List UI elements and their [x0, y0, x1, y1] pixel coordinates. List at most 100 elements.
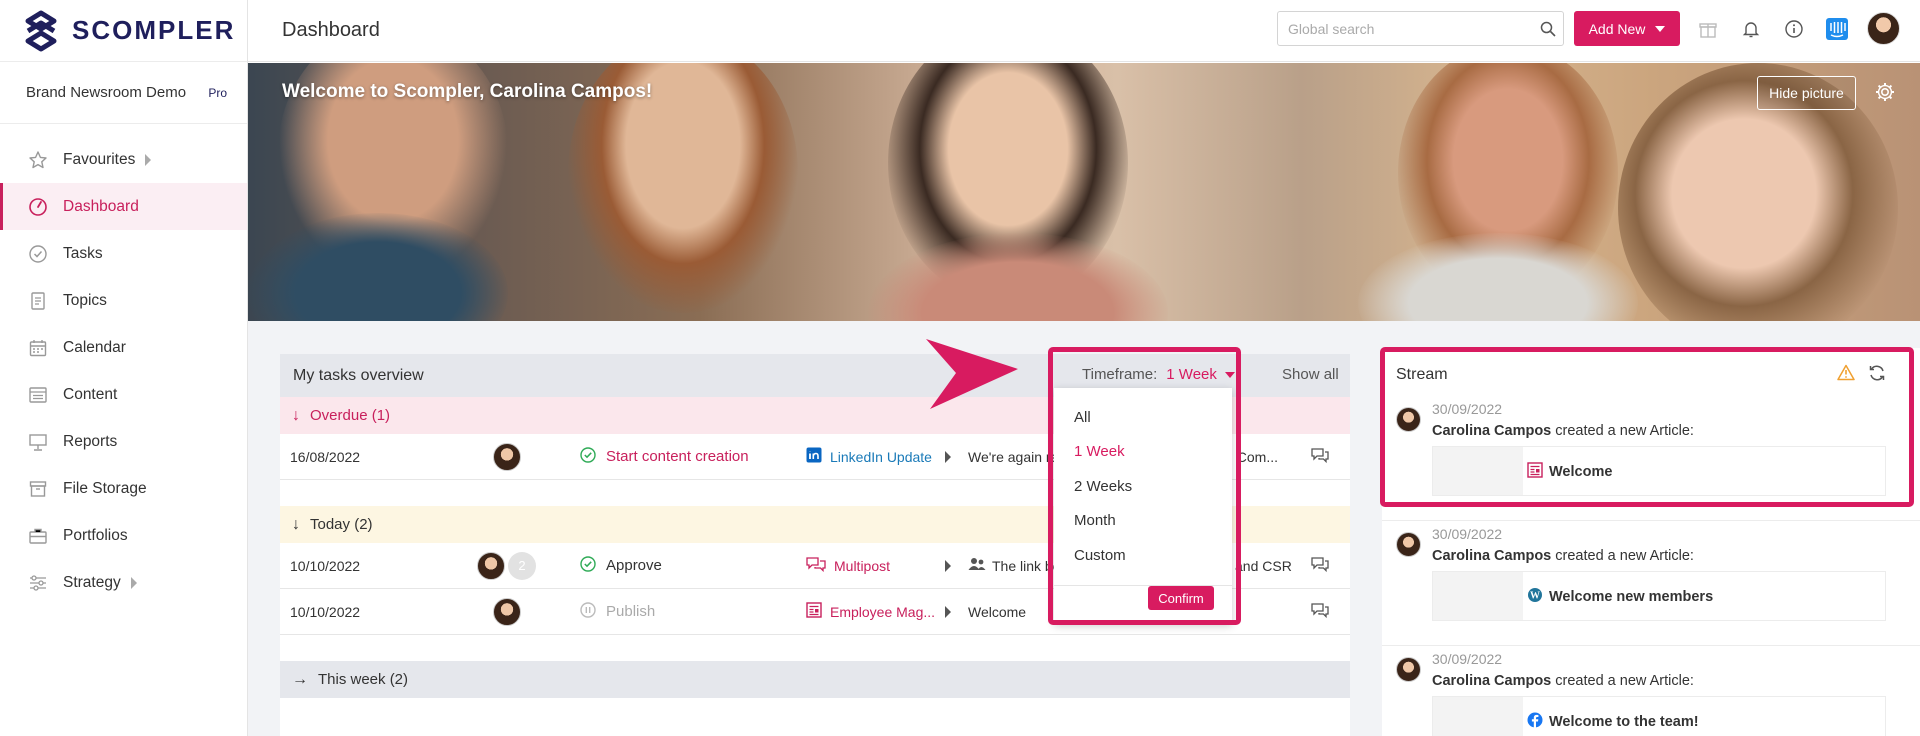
task-label: Start content creation — [606, 448, 749, 465]
article-title[interactable]: Welcome to the team! — [1527, 712, 1699, 732]
channel[interactable]: Employee Mag... — [806, 602, 935, 621]
sidebar-item-label: File Storage — [63, 479, 147, 497]
arrow-down-icon: ↓ — [292, 515, 300, 533]
entry-date: 30/09/2022 — [1432, 526, 1503, 542]
entry-text: Carolina Campos created a new Article: — [1432, 548, 1694, 564]
channel[interactable]: Multipost — [806, 556, 890, 575]
pause-circle-icon[interactable] — [579, 601, 597, 623]
check-circle-icon — [27, 243, 49, 265]
sidebar-item-content[interactable]: Content — [0, 371, 247, 418]
check-circle-icon[interactable] — [579, 446, 597, 468]
assignee-avatar[interactable] — [493, 597, 521, 626]
topic-title[interactable]: We're again re — [968, 449, 1058, 465]
sidebar-item-label: Topics — [63, 291, 107, 309]
highlight-box-timeframe — [1048, 347, 1241, 625]
show-all-link[interactable]: Show all — [1282, 366, 1339, 383]
tasks-title: My tasks overview — [293, 366, 424, 384]
avatar[interactable] — [1396, 532, 1421, 557]
workspace-name: Brand Newsroom Demo — [26, 84, 187, 101]
facebook-icon — [1527, 712, 1543, 732]
sidebar-item-portfolios[interactable]: Portfolios — [0, 512, 247, 559]
highlight-box-stream — [1380, 347, 1914, 507]
intercom-icon[interactable] — [1823, 15, 1851, 43]
search-icon[interactable] — [1533, 21, 1563, 37]
multipost-icon — [806, 556, 826, 575]
check-circle-icon[interactable] — [579, 555, 597, 577]
logo[interactable]: SCOMPLER — [0, 0, 247, 62]
article-card[interactable]: W Welcome new members — [1432, 571, 1886, 621]
avatar[interactable] — [1396, 657, 1421, 682]
content-icon — [27, 384, 49, 406]
scompler-logo-icon — [25, 10, 57, 51]
task-name[interactable]: Publish — [579, 601, 655, 623]
task-name[interactable]: Start content creation — [579, 446, 749, 468]
welcome-message: Welcome to Scompler, Carolina Campos! — [282, 81, 653, 102]
divider — [1382, 645, 1920, 646]
user-avatar[interactable] — [1867, 12, 1900, 45]
briefcase-icon — [27, 525, 49, 547]
arrow-down-icon: ↓ — [292, 406, 300, 424]
play-icon — [945, 559, 951, 572]
calendar-icon — [27, 337, 49, 359]
sidebar-item-topics[interactable]: Topics — [0, 277, 247, 324]
comment-icon[interactable] — [1310, 555, 1330, 576]
article-title[interactable]: W Welcome new members — [1527, 587, 1713, 607]
task-date: 16/08/2022 — [290, 448, 361, 465]
sidebar-item-label: Portfolios — [63, 526, 128, 544]
star-icon — [27, 149, 49, 171]
workspace-switcher[interactable]: Brand Newsroom Demo Pro — [0, 62, 247, 124]
dashboard-icon — [27, 196, 49, 218]
page-title: Dashboard — [282, 19, 380, 41]
entry-user[interactable]: Carolina Campos — [1432, 548, 1551, 564]
sidebar-item-favourites[interactable]: Favourites — [0, 136, 247, 183]
archive-icon — [27, 478, 49, 500]
sliders-icon — [27, 572, 49, 594]
topic-title[interactable]: Welcome — [968, 604, 1026, 620]
article-title-text: Welcome to the team! — [1549, 714, 1699, 730]
sidebar-item-label: Favourites — [63, 150, 136, 168]
sidebar-item-reports[interactable]: Reports — [0, 418, 247, 465]
chevron-down-icon — [1655, 25, 1666, 32]
sidebar-item-calendar[interactable]: Calendar — [0, 324, 247, 371]
group-label: Overdue (1) — [310, 407, 391, 424]
gear-icon[interactable] — [1874, 81, 1898, 105]
entry-action: created a new Article: — [1555, 548, 1694, 564]
sidebar-item-label: Strategy — [63, 573, 121, 591]
task-label: Approve — [606, 557, 662, 574]
add-new-button[interactable]: Add New — [1574, 11, 1680, 46]
comment-icon[interactable] — [1310, 601, 1330, 622]
global-search[interactable] — [1277, 11, 1564, 46]
article-title-text: Welcome new members — [1549, 589, 1714, 605]
magazine-icon — [806, 602, 822, 621]
channel-label: Employee Mag... — [830, 603, 936, 620]
article-thumbnail — [1433, 572, 1523, 620]
sidebar-item-label: Content — [63, 385, 118, 403]
caret-right-icon[interactable] — [145, 153, 152, 166]
sidebar-item-strategy[interactable]: Strategy — [0, 559, 247, 606]
linkedin-icon — [806, 447, 822, 466]
article-card[interactable]: Welcome to the team! — [1432, 696, 1886, 736]
entry-text: Carolina Campos created a new Article: — [1432, 673, 1694, 689]
sidebar-item-file-storage[interactable]: File Storage — [0, 465, 247, 512]
gift-icon[interactable] — [1694, 15, 1722, 43]
entry-user[interactable]: Carolina Campos — [1432, 673, 1551, 689]
users-icon — [968, 557, 986, 574]
group-label: This week (2) — [318, 671, 409, 688]
search-input[interactable] — [1288, 20, 1533, 37]
sidebar-item-tasks[interactable]: Tasks — [0, 230, 247, 277]
group-this-week[interactable]: → This week (2) — [280, 661, 1350, 698]
assignee-avatar[interactable] — [477, 551, 505, 580]
extra-assignees-badge[interactable]: 2 — [508, 551, 536, 580]
hide-picture-button[interactable]: Hide picture — [1757, 76, 1856, 110]
divider — [1382, 520, 1920, 521]
channel-label: LinkedIn Update — [830, 448, 932, 465]
task-name[interactable]: Approve — [579, 555, 662, 577]
sidebar-item-dashboard[interactable]: Dashboard — [0, 183, 247, 230]
channel[interactable]: LinkedIn Update — [806, 447, 932, 466]
bell-icon[interactable] — [1737, 15, 1765, 43]
assignee-avatar[interactable] — [493, 442, 521, 471]
sidebar-item-label: Calendar — [63, 338, 126, 356]
comment-icon[interactable] — [1310, 446, 1330, 467]
caret-right-icon[interactable] — [130, 576, 137, 589]
info-icon[interactable] — [1780, 15, 1808, 43]
